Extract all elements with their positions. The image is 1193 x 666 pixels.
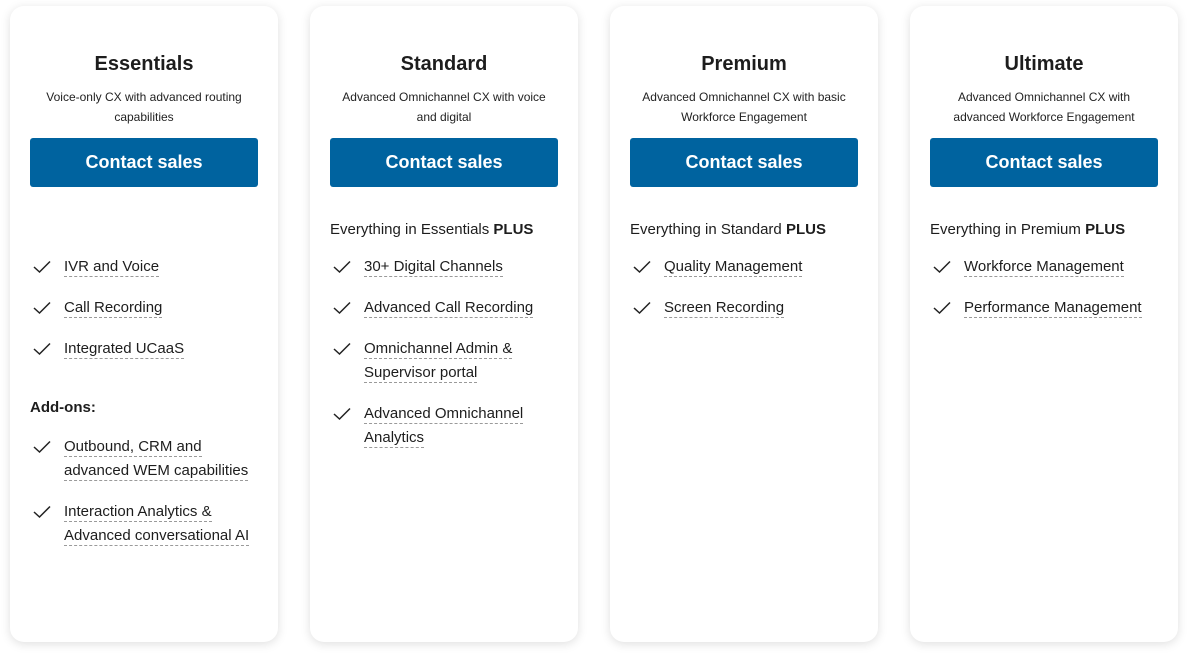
check-icon [330,255,364,279]
feature-link[interactable]: Integrated UCaaS [64,340,185,359]
feature-item: Omnichannel Admin & Supervisor portal [330,337,558,385]
plan-description: Advanced Omnichannel CX with basic Workf… [642,90,846,124]
check-icon [330,296,364,320]
plan-title: Ultimate [1004,53,1084,75]
feature-list: IVR and Voice Call Recording Integrated UC… [30,255,258,361]
feature-link[interactable]: IVR and Voice [64,258,160,277]
plan-card-premium: Premium Advanced Omnichannel CX with bas… [610,6,878,642]
plus-label: PLUS [785,221,826,238]
feature-list: Outbound, CRM and advanced WEM capabilit… [30,435,258,548]
plan-card-standard: Standard Advanced Omnichannel CX with vo… [310,6,578,642]
check-icon [30,500,64,548]
check-icon [930,255,964,279]
feature-item: 30+ Digital Channels [330,255,558,279]
check-icon [30,296,64,320]
feature-link[interactable]: Workforce Management [964,258,1124,277]
plan-includes [30,218,258,242]
check-icon [30,255,64,279]
feature-link[interactable]: 30+ Digital Channels [364,258,503,277]
feature-item: Performance Management [930,296,1158,320]
feature-item: Outbound, CRM and advanced WEM capabilit… [30,435,258,483]
feature-item: Call Recording [30,296,258,320]
includes-text: Everything in Essentials [330,221,494,238]
feature-item: Integrated UCaaS [30,337,258,361]
feature-link[interactable]: Call Recording [64,299,163,318]
plan-includes: Everything in Essentials PLUS [330,218,558,242]
plan-card-essentials: Essentials Voice-only CX with advanced r… [10,6,278,642]
feature-item: Screen Recording [630,296,858,320]
includes-text: Everything in Premium [930,221,1086,238]
check-icon [330,337,364,385]
contact-sales-button[interactable]: Contact sales [30,138,258,187]
feature-link[interactable]: Interaction Analytics & Advanced convers… [64,503,250,546]
plan-description: Advanced Omnichannel CX with advanced Wo… [953,90,1135,124]
feature-list: 30+ Digital Channels Advanced Call Record… [330,255,558,450]
feature-link[interactable]: Screen Recording [664,299,785,318]
feature-item: Advanced Call Recording [330,296,558,320]
feature-item: IVR and Voice [30,255,258,279]
plus-label: PLUS [493,221,534,238]
plan-card-ultimate: Ultimate Advanced Omnichannel CX with ad… [910,6,1178,642]
feature-link[interactable]: Outbound, CRM and advanced WEM capabilit… [64,438,249,481]
contact-sales-button[interactable]: Contact sales [630,138,858,187]
feature-item: Interaction Analytics & Advanced convers… [30,500,258,548]
feature-link[interactable]: Performance Management [964,299,1142,318]
contact-sales-button[interactable]: Contact sales [930,138,1158,187]
feature-list: Workforce Management Performance Manageme… [930,255,1158,320]
includes-text: Everything in Standard [630,221,786,238]
feature-link[interactable]: Advanced Call Recording [364,299,534,318]
plan-includes: Everything in Standard PLUS [630,218,858,242]
check-icon [30,435,64,483]
pricing-cards: Essentials Voice-only CX with advanced r… [10,6,1178,642]
plus-label: PLUS [1085,221,1126,238]
feature-item: Workforce Management [930,255,1158,279]
feature-item: Advanced Omnichannel Analytics [330,402,558,450]
check-icon [630,255,664,279]
feature-link[interactable]: Quality Management [664,258,803,277]
check-icon [330,402,364,450]
plan-title: Standard [400,53,488,75]
feature-link[interactable]: Advanced Omnichannel Analytics [364,405,524,448]
addons-heading: Add-ons: [30,399,96,416]
contact-sales-button[interactable]: Contact sales [330,138,558,187]
check-icon [630,296,664,320]
plan-includes: Everything in Premium PLUS [930,218,1158,242]
check-icon [30,337,64,361]
plan-title: Premium [701,53,787,75]
feature-link[interactable]: Omnichannel Admin & Supervisor portal [364,340,513,383]
check-icon [930,296,964,320]
plan-description: Advanced Omnichannel CX with voice and d… [342,90,546,124]
plan-title: Essentials [94,53,194,75]
feature-item: Quality Management [630,255,858,279]
feature-list: Quality Management Screen Recording [630,255,858,320]
plan-description: Voice-only CX with advanced routing capa… [46,90,242,124]
